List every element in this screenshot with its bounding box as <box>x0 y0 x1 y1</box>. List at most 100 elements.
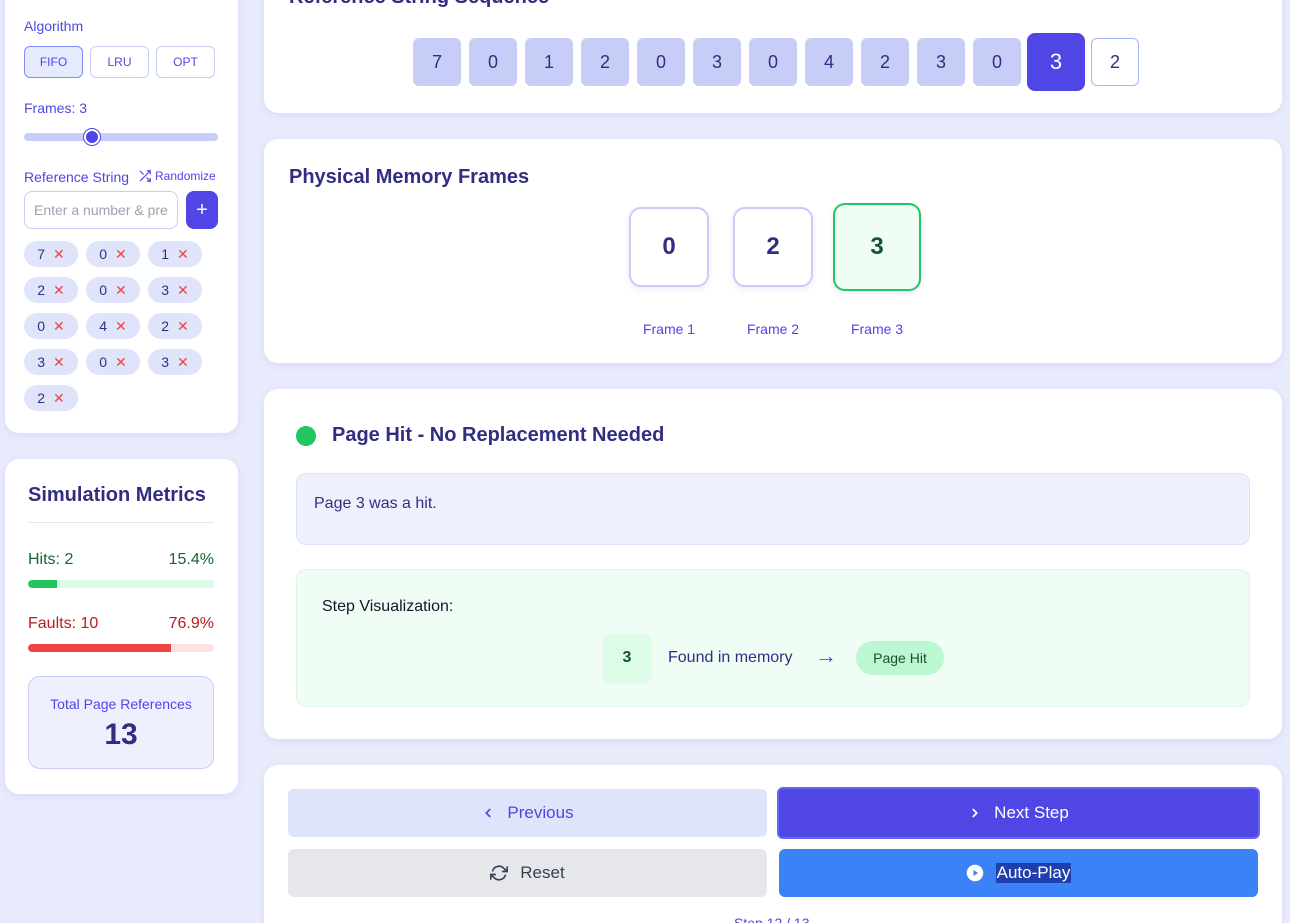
remove-chip-icon[interactable]: ✕ <box>115 318 127 335</box>
algorithm-selector: FIFO LRU OPT <box>24 46 215 78</box>
reference-chip-value: 0 <box>99 354 108 370</box>
reference-chip-value: 2 <box>37 390 46 406</box>
frames-slider-track[interactable] <box>24 133 218 141</box>
reference-chip: 7 ✕ <box>24 241 78 267</box>
shuffle-icon <box>139 170 151 182</box>
sequence-item: 0 <box>637 38 685 86</box>
remove-chip-icon[interactable]: ✕ <box>177 282 189 299</box>
reference-number-input[interactable] <box>24 191 178 229</box>
faults-row: Faults: 10 76.9% <box>28 615 214 633</box>
remove-chip-icon[interactable]: ✕ <box>53 354 65 371</box>
frames-slider-thumb[interactable] <box>84 129 100 145</box>
remove-chip-icon[interactable]: ✕ <box>115 354 127 371</box>
reference-chip-value: 4 <box>99 318 108 334</box>
autoplay-label: Auto-Play <box>995 863 1072 883</box>
reference-chip: 4 ✕ <box>86 313 140 339</box>
randomize-label: Randomize <box>155 169 216 183</box>
add-reference-button[interactable]: + <box>186 191 218 229</box>
reference-chip: 3 ✕ <box>148 277 202 303</box>
chevron-right-icon <box>972 808 978 818</box>
reference-chip: 3 ✕ <box>148 349 202 375</box>
reference-chip-list: 7 ✕ 0 ✕ 1 ✕ 2 ✕ 0 ✕ 3 ✕ 0 ✕ 4 ✕ 2 ✕ 3 ✕ 0 ✕ 3 ✕ 2 ✕ <box>24 241 224 411</box>
reference-string-label: Reference String <box>24 169 130 185</box>
metrics-divider <box>28 522 214 523</box>
reference-sequence-panel: Reference String Sequence 7012030423032 <box>264 0 1282 113</box>
reference-chip: 1 ✕ <box>148 241 202 267</box>
reference-chip-value: 0 <box>99 282 108 298</box>
step-visualization: Step Visualization: 3 Found in memory → … <box>296 569 1250 707</box>
sequence-item: 2 <box>581 38 629 86</box>
metrics-panel: Simulation Metrics Hits: 2 15.4% Faults:… <box>5 459 238 794</box>
remove-chip-icon[interactable]: ✕ <box>177 354 189 371</box>
sequence-item: 0 <box>973 38 1021 86</box>
previous-label: Previous <box>507 803 574 822</box>
reference-chip: 0 ✕ <box>86 241 140 267</box>
arrow-right-icon: → <box>815 643 837 668</box>
sequence-item-current: 3 <box>1027 33 1085 91</box>
status-title: Page Hit - No Replacement Needed <box>332 424 665 446</box>
faults-progress-bar <box>28 644 214 652</box>
memory-frames-panel: Physical Memory Frames 0 2 3 Frame 1 Fra… <box>264 139 1282 363</box>
remove-chip-icon[interactable]: ✕ <box>53 390 65 407</box>
sequence-item: 2 <box>1091 38 1139 86</box>
next-step-button[interactable]: Next Step <box>777 787 1260 839</box>
reference-chip-value: 0 <box>37 318 46 334</box>
algorithm-lru-button[interactable]: LRU <box>90 46 149 78</box>
chevron-left-icon <box>485 808 492 818</box>
total-references-label: Total Page References <box>50 696 192 712</box>
sequence-item: 0 <box>469 38 517 86</box>
reference-chip: 3 ✕ <box>24 349 78 375</box>
reference-chip-value: 2 <box>161 318 170 334</box>
reference-chip: 2 ✕ <box>148 313 202 339</box>
reference-chip: 0 ✕ <box>86 277 140 303</box>
visualization-page: 3 <box>603 634 651 682</box>
reference-chip-value: 1 <box>161 246 170 262</box>
reference-chip: 2 ✕ <box>24 385 78 411</box>
next-step-label: Next Step <box>994 803 1069 822</box>
remove-chip-icon[interactable]: ✕ <box>53 282 65 299</box>
sequence-item: 7 <box>413 38 461 86</box>
reference-sequence: 7012030423032 <box>413 33 1139 91</box>
hit-status-dot <box>296 426 316 446</box>
reference-sequence-title: Reference String Sequence <box>289 0 549 9</box>
remove-chip-icon[interactable]: ✕ <box>177 318 189 335</box>
remove-chip-icon[interactable]: ✕ <box>115 282 127 299</box>
reset-label: Reset <box>520 863 565 882</box>
remove-chip-icon[interactable]: ✕ <box>177 246 189 263</box>
hits-progress-bar <box>28 580 214 588</box>
memory-frame-1: 0 <box>629 207 709 287</box>
reference-chip-value: 3 <box>161 354 170 370</box>
reference-chip-value: 2 <box>37 282 46 298</box>
status-message: Page 3 was a hit. <box>296 473 1250 545</box>
hits-progress-fill <box>28 580 57 588</box>
step-status-panel: Page Hit - No Replacement Needed Page 3 … <box>264 389 1282 739</box>
reset-button[interactable]: Reset <box>288 849 767 897</box>
frames-label: Frames: 3 <box>24 100 88 116</box>
total-references-box: Total Page References 13 <box>28 676 214 769</box>
hits-percent: 15.4% <box>168 551 214 568</box>
reference-chip: 0 ✕ <box>24 313 78 339</box>
sequence-item: 3 <box>693 38 741 86</box>
metrics-title: Simulation Metrics <box>28 484 206 506</box>
step-visualization-title: Step Visualization: <box>322 598 454 615</box>
autoplay-button[interactable]: Auto-Play <box>779 849 1258 897</box>
reference-chip-value: 7 <box>37 246 46 262</box>
step-counter: Step 12 / 13 <box>734 915 810 923</box>
faults-progress-fill <box>28 644 172 652</box>
reference-chip-value: 0 <box>99 246 108 262</box>
faults-percent: 76.9% <box>168 615 214 632</box>
previous-button[interactable]: Previous <box>288 789 767 837</box>
memory-frame-2-label: Frame 2 <box>746 321 800 337</box>
algorithm-fifo-button[interactable]: FIFO <box>24 46 83 78</box>
algorithm-opt-button[interactable]: OPT <box>156 46 215 78</box>
remove-chip-icon[interactable]: ✕ <box>53 318 65 335</box>
reference-chip-value: 3 <box>37 354 46 370</box>
randomize-button[interactable]: Randomize <box>138 169 216 183</box>
remove-chip-icon[interactable]: ✕ <box>53 246 65 263</box>
memory-frame-3: 3 <box>833 203 921 291</box>
reference-chip: 0 ✕ <box>86 349 140 375</box>
sequence-item: 0 <box>749 38 797 86</box>
page-hit-badge: Page Hit <box>856 641 944 675</box>
remove-chip-icon[interactable]: ✕ <box>115 246 127 263</box>
sequence-item: 2 <box>861 38 909 86</box>
